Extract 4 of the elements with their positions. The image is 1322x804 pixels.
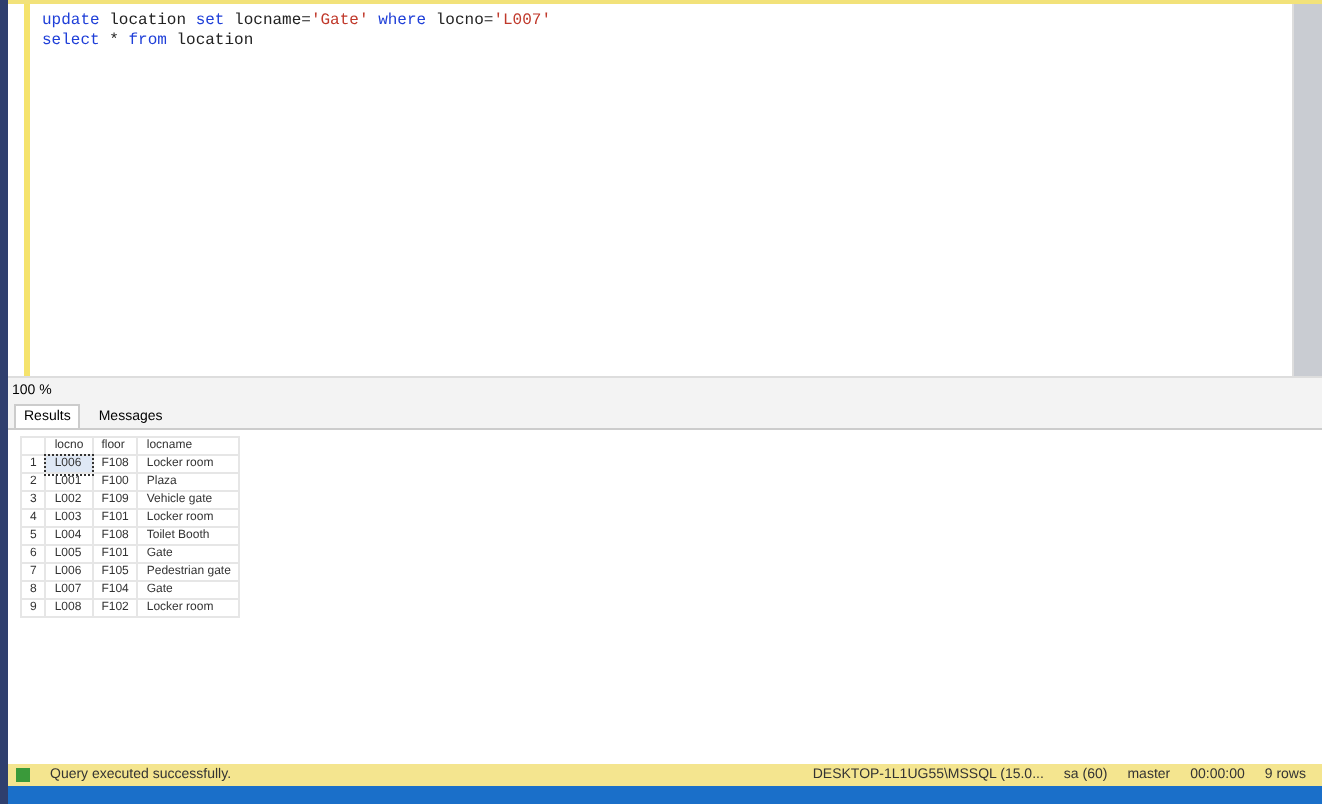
scrollbar[interactable] xyxy=(1292,4,1322,376)
code-line: update location set locname='Gate' where locno='L007' xyxy=(42,12,553,32)
code-line: select * from location xyxy=(42,32,256,52)
success-icon xyxy=(16,768,30,782)
